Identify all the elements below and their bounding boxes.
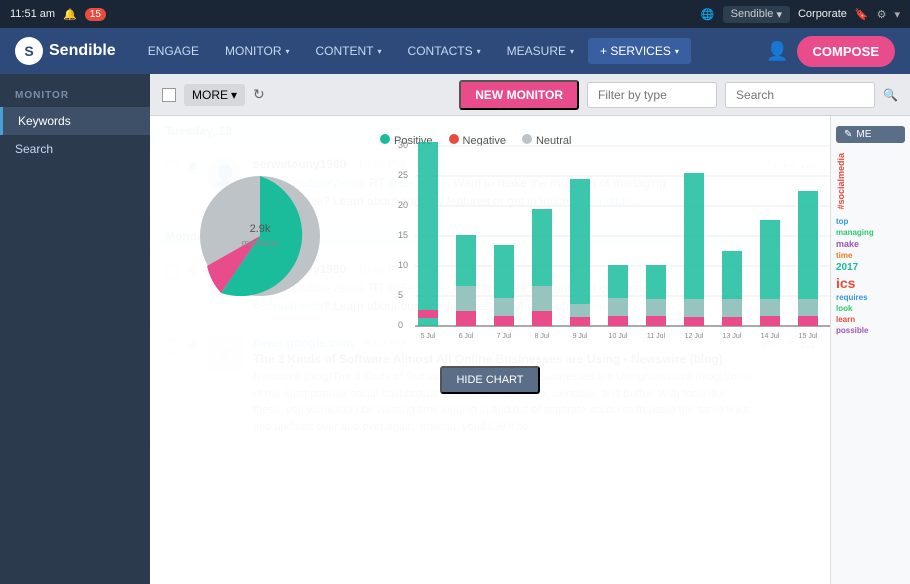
nav-bar: S Sendible ENGAGE MONITOR ▾ CONTENT ▾ CO…: [0, 28, 910, 74]
svg-text:9 Jul: 9 Jul: [573, 333, 588, 340]
top-bar-left: 11:51 am 🔔 15: [10, 8, 106, 21]
logo-text: Sendible: [49, 42, 116, 60]
feed: Positive Negative Neutral: [150, 116, 830, 584]
svg-text:2.9k: 2.9k: [250, 223, 271, 235]
sidebar-header: MONITOR: [0, 84, 150, 107]
word-cloud-item: possible: [836, 326, 905, 335]
word-cloud-item: time: [836, 251, 905, 260]
svg-text:13 Jul: 13 Jul: [723, 333, 742, 340]
word-cloud-item: make: [836, 239, 905, 249]
filter-input[interactable]: [587, 82, 717, 108]
word-cloud-item: top: [836, 217, 905, 226]
word-cloud-item: 2017: [836, 262, 905, 273]
svg-text:5 Jul: 5 Jul: [421, 333, 436, 340]
content-area: MORE ▾ ↻ NEW MONITOR 🔍 Positive Negative: [150, 74, 910, 584]
corporate-label: Corporate: [798, 8, 847, 20]
svg-text:0: 0: [398, 320, 403, 330]
svg-text:14 Jul: 14 Jul: [761, 333, 780, 340]
nav-content[interactable]: CONTENT ▾: [304, 28, 394, 74]
compose-button[interactable]: COMPOSE: [797, 36, 895, 67]
word-cloud-item: look: [836, 304, 905, 313]
pie-chart: 2.9k mentions: [170, 136, 350, 336]
sidebar: MONITOR Keywords Search: [0, 74, 150, 584]
notification-badge: 15: [85, 8, 106, 21]
nav-engage[interactable]: ENGAGE: [136, 28, 211, 74]
chevron-down-icon: ▾: [378, 47, 382, 56]
svg-text:7 Jul: 7 Jul: [497, 333, 512, 340]
settings-icon[interactable]: ⚙: [877, 8, 887, 21]
svg-text:20: 20: [398, 200, 408, 210]
svg-text:15: 15: [398, 230, 408, 240]
nav-right: 👤 COMPOSE: [766, 36, 895, 67]
bookmark-icon[interactable]: 🔖: [855, 8, 869, 21]
svg-text:mentions: mentions: [242, 238, 279, 248]
sendible-account-btn[interactable]: Sendible ▾: [723, 6, 790, 23]
user-icon[interactable]: 👤: [766, 41, 788, 62]
word-cloud-item: ics: [836, 275, 905, 291]
svg-text:10: 10: [398, 260, 408, 270]
svg-text:12 Jul: 12 Jul: [685, 333, 704, 340]
chevron-down-icon-settings: ▾: [894, 8, 900, 21]
word-cloud: ✎ ME #socialmedia top managing make time…: [830, 116, 910, 584]
word-cloud-item: requires: [836, 293, 905, 302]
chart-overlay: Positive Negative Neutral: [150, 116, 830, 584]
refresh-button[interactable]: ↻: [253, 86, 265, 103]
search-input[interactable]: [725, 82, 875, 108]
feed-container: Positive Negative Neutral: [150, 116, 910, 584]
svg-text:8 Jul: 8 Jul: [535, 333, 550, 340]
svg-text:30: 30: [398, 140, 408, 150]
sidebar-item-search[interactable]: Search: [0, 135, 150, 163]
chevron-down-icon: ▾: [286, 47, 290, 56]
svg-text:5: 5: [398, 290, 403, 300]
chart-content: 2.9k mentions 30 25 20 15: [170, 136, 810, 356]
search-icon: 🔍: [883, 88, 898, 102]
top-bar-right: 🌐 Sendible ▾ Corporate 🔖 ⚙ ▾: [701, 6, 900, 23]
logo: S Sendible: [15, 37, 116, 65]
notification-icon[interactable]: 🔔: [63, 8, 77, 21]
sidebar-item-keywords[interactable]: Keywords: [0, 107, 150, 135]
svg-text:6 Jul: 6 Jul: [459, 333, 474, 340]
word-cloud-item: managing: [836, 228, 905, 237]
chevron-down-icon: ▾: [675, 47, 679, 56]
toolbar-right: NEW MONITOR 🔍: [459, 80, 898, 110]
clock: 11:51 am: [10, 8, 55, 20]
chevron-down-icon: ▾: [776, 8, 782, 21]
chevron-down-icon: ▾: [231, 88, 237, 102]
svg-text:15 Jul: 15 Jul: [799, 333, 818, 340]
hide-chart-button[interactable]: HIDE CHART: [440, 366, 539, 394]
nav-items: ENGAGE MONITOR ▾ CONTENT ▾ CONTACTS ▾ ME…: [136, 28, 766, 74]
svg-text:11 Jul: 11 Jul: [647, 333, 666, 340]
word-cloud-item: learn: [836, 315, 905, 324]
main-layout: MONITOR Keywords Search MORE ▾ ↻ NEW MON…: [0, 74, 910, 584]
toolbar: MORE ▾ ↻ NEW MONITOR 🔍: [150, 74, 910, 116]
select-all-checkbox[interactable]: [162, 88, 176, 102]
nav-services[interactable]: + SERVICES ▾: [588, 38, 691, 64]
logo-icon: S: [15, 37, 43, 65]
edit-button[interactable]: ✎ ME: [836, 126, 905, 143]
new-monitor-button[interactable]: NEW MONITOR: [459, 80, 579, 110]
chevron-down-icon: ▾: [477, 47, 481, 56]
top-bar: 11:51 am 🔔 15 🌐 Sendible ▾ Corporate 🔖 ⚙…: [0, 0, 910, 28]
svg-text:25: 25: [398, 170, 408, 180]
globe-icon: 🌐: [701, 8, 715, 21]
nav-monitor[interactable]: MONITOR ▾: [213, 28, 301, 74]
bar-chart: 30 25 20 15 10 5 0: [380, 136, 830, 356]
nav-measure[interactable]: MEASURE ▾: [495, 28, 586, 74]
chevron-down-icon: ▾: [570, 47, 574, 56]
more-button[interactable]: MORE ▾: [184, 84, 245, 106]
svg-text:10 Jul: 10 Jul: [609, 333, 628, 340]
word-cloud-item: #socialmedia: [836, 153, 846, 210]
nav-contacts[interactable]: CONTACTS ▾: [396, 28, 493, 74]
